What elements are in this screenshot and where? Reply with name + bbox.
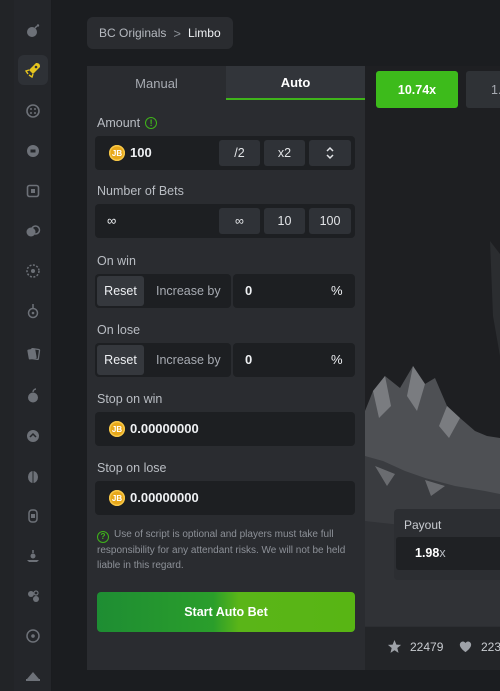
stop-on-lose-label: Stop on lose bbox=[97, 461, 167, 475]
tower-icon[interactable] bbox=[23, 546, 43, 566]
rocket-icon[interactable] bbox=[18, 55, 48, 85]
info-icon[interactable]: ! bbox=[145, 117, 158, 129]
breadcrumb: BC Originals > Limbo bbox=[87, 17, 233, 49]
bcd-coin-icon: JB bbox=[109, 421, 125, 437]
circle-icon[interactable] bbox=[23, 626, 43, 646]
game-stats-bar: 22479 223 bbox=[365, 626, 500, 670]
disclaimer-text: Use of script is optional and players mu… bbox=[97, 529, 346, 571]
bets-infinite-button[interactable]: ∞ bbox=[219, 208, 260, 234]
bets-field: ∞ ∞ 10 100 bbox=[95, 204, 355, 238]
bcd-coin-icon: JB bbox=[109, 145, 125, 161]
stop-on-win-input[interactable]: 0.00000000 bbox=[130, 412, 199, 446]
bomb-icon[interactable] bbox=[23, 21, 43, 41]
payout-input[interactable]: 1.98x bbox=[415, 537, 446, 570]
tab-auto[interactable]: Auto bbox=[226, 66, 365, 100]
stop-on-win-label: Stop on win bbox=[97, 392, 163, 406]
dice-icon[interactable] bbox=[23, 101, 43, 121]
half-button[interactable]: /2 bbox=[219, 140, 260, 166]
tab-manual[interactable]: Manual bbox=[87, 66, 226, 100]
square-icon[interactable] bbox=[23, 181, 43, 201]
fruit-icon[interactable] bbox=[23, 386, 43, 406]
hilo-icon[interactable] bbox=[23, 426, 43, 446]
game-area: 10.74x 1. Payout 1.98x bbox=[365, 66, 500, 626]
breadcrumb-parent-link[interactable]: BC Originals bbox=[99, 26, 166, 40]
on-lose-percent-unit: % bbox=[331, 352, 343, 367]
bet-control-panel: Manual Auto Amount ! JB 100 /2 x2 Number… bbox=[87, 66, 365, 670]
breadcrumb-separator: > bbox=[173, 25, 181, 41]
bets-input[interactable]: ∞ bbox=[107, 204, 116, 238]
left-rail bbox=[0, 0, 14, 691]
wheel-icon[interactable] bbox=[23, 261, 43, 281]
bet-mode-tabs: Manual Auto bbox=[87, 66, 365, 100]
on-lose-increase-button[interactable]: Increase by bbox=[156, 353, 221, 367]
bets-100-button[interactable]: 100 bbox=[309, 208, 351, 234]
bets-10-button[interactable]: 10 bbox=[264, 208, 305, 234]
slot-icon[interactable] bbox=[23, 506, 43, 526]
on-lose-percent-input[interactable]: 0 bbox=[245, 343, 252, 377]
disclaimer: ? Use of script is optional and players m… bbox=[97, 527, 359, 573]
payout-field: 1.98x bbox=[396, 537, 500, 570]
amount-label-row: Amount ! bbox=[97, 116, 158, 130]
favorites-count: 22479 bbox=[410, 639, 444, 654]
payout-suffix: x bbox=[439, 546, 446, 560]
payout-value: 1.98 bbox=[415, 546, 440, 560]
history-badge: 10.74x bbox=[376, 71, 458, 108]
double-button[interactable]: x2 bbox=[264, 140, 305, 166]
history-badge: 1. bbox=[466, 71, 500, 108]
cards-icon[interactable] bbox=[23, 344, 43, 364]
start-auto-bet-button[interactable]: Start Auto Bet bbox=[97, 592, 355, 632]
payout-card: Payout 1.98x bbox=[394, 509, 500, 580]
favorites-stat[interactable]: 22479 bbox=[387, 639, 443, 654]
game-sidebar bbox=[14, 0, 52, 691]
chip-icon[interactable] bbox=[23, 141, 43, 161]
bets-label: Number of Bets bbox=[97, 184, 184, 198]
stop-on-lose-field: JB 0.00000000 bbox=[95, 481, 355, 515]
on-win-percent-field: 0 % bbox=[233, 274, 355, 308]
likes-count: 223 bbox=[481, 639, 500, 654]
on-win-reset-button[interactable]: Reset bbox=[97, 276, 144, 306]
roulette-icon[interactable] bbox=[23, 586, 43, 606]
on-win-label: On win bbox=[97, 254, 136, 268]
stop-on-lose-input[interactable]: 0.00000000 bbox=[130, 481, 199, 515]
likes-stat[interactable]: 223 bbox=[458, 639, 500, 654]
up-down-chevron-icon[interactable] bbox=[309, 140, 351, 166]
bcd-coin-icon: JB bbox=[109, 490, 125, 506]
coins-icon[interactable] bbox=[23, 221, 43, 241]
on-win-percent-unit: % bbox=[331, 283, 343, 298]
amount-label: Amount bbox=[97, 116, 141, 130]
hat-icon[interactable] bbox=[23, 666, 43, 686]
stop-on-win-field: JB 0.00000000 bbox=[95, 412, 355, 446]
plinko-icon[interactable] bbox=[23, 301, 43, 321]
on-lose-reset-button[interactable]: Reset bbox=[97, 345, 144, 375]
on-lose-percent-field: 0 % bbox=[233, 343, 355, 377]
heart-icon bbox=[459, 641, 472, 653]
egg-icon[interactable] bbox=[23, 466, 43, 486]
on-win-percent-input[interactable]: 0 bbox=[245, 274, 252, 308]
payout-label: Payout bbox=[404, 518, 442, 532]
on-win-increase-button[interactable]: Increase by bbox=[156, 284, 221, 298]
breadcrumb-current: Limbo bbox=[187, 26, 221, 40]
help-icon: ? bbox=[97, 530, 109, 543]
on-lose-label: On lose bbox=[97, 323, 141, 337]
amount-field: JB 100 /2 x2 bbox=[95, 136, 355, 170]
amount-input[interactable]: 100 bbox=[130, 136, 152, 170]
star-icon bbox=[387, 639, 402, 653]
